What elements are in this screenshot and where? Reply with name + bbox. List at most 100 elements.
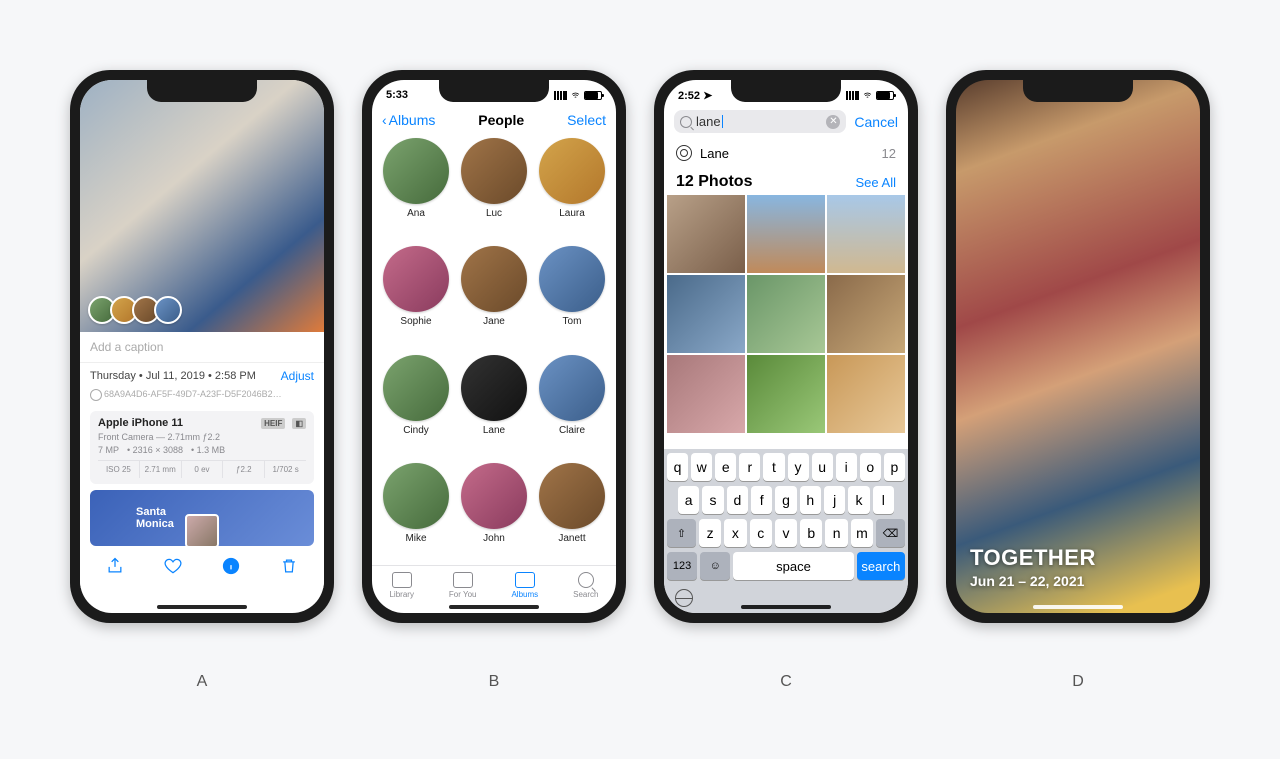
key[interactable]: y xyxy=(788,453,809,481)
key-space[interactable]: space xyxy=(733,552,854,580)
filesize: 1.3 MB xyxy=(197,445,226,455)
key[interactable]: b xyxy=(800,519,822,547)
nav-bar: ‹Albums People Select xyxy=(372,106,616,134)
key[interactable]: w xyxy=(691,453,712,481)
home-indicator[interactable] xyxy=(1033,605,1123,609)
cancel-button[interactable]: Cancel xyxy=(854,114,898,130)
photo-thumb[interactable] xyxy=(827,355,905,433)
see-all-button[interactable]: See All xyxy=(856,175,896,190)
figure-label-d: D xyxy=(1072,673,1084,691)
memory-title: TOGETHER xyxy=(970,545,1096,571)
adjust-button[interactable]: Adjust xyxy=(281,369,314,383)
key[interactable]: s xyxy=(702,486,723,514)
phone-b: 5:33 ‹Albums People Select Ana Luc Laura… xyxy=(362,70,626,623)
detected-faces-strip[interactable] xyxy=(88,296,176,324)
key[interactable]: q xyxy=(667,453,688,481)
person-item[interactable]: John xyxy=(458,463,530,565)
globe-icon[interactable] xyxy=(675,589,693,607)
key-shift[interactable]: ⇧ xyxy=(667,519,696,547)
key[interactable]: v xyxy=(775,519,797,547)
photo-thumb[interactable] xyxy=(667,355,745,433)
home-indicator[interactable] xyxy=(157,605,247,609)
key[interactable]: g xyxy=(775,486,796,514)
photo-thumb[interactable] xyxy=(827,195,905,273)
key[interactable]: c xyxy=(750,519,772,547)
person-item[interactable]: Luc xyxy=(458,138,530,240)
ev-value: 0 ev xyxy=(182,461,224,478)
person-item[interactable]: Jane xyxy=(458,246,530,348)
people-grid: Ana Luc Laura Sophie Jane Tom Cindy Lane… xyxy=(372,134,616,565)
device-name: Apple iPhone 11 xyxy=(98,417,183,429)
key[interactable]: m xyxy=(851,519,873,547)
photo-thumb[interactable] xyxy=(747,355,825,433)
person-item[interactable]: Mike xyxy=(380,463,452,565)
key-search[interactable]: search xyxy=(857,552,905,580)
location-map[interactable]: Santa Monica xyxy=(90,490,314,546)
key[interactable]: l xyxy=(873,486,894,514)
trash-icon[interactable] xyxy=(279,556,299,576)
favorite-icon[interactable] xyxy=(163,556,183,576)
home-indicator[interactable] xyxy=(449,605,539,609)
key[interactable]: j xyxy=(824,486,845,514)
tab-search[interactable]: Search xyxy=(573,572,598,599)
key-emoji[interactable]: ☺ xyxy=(700,552,730,580)
key[interactable]: p xyxy=(884,453,905,481)
key[interactable]: k xyxy=(848,486,869,514)
photo-thumb[interactable] xyxy=(667,195,745,273)
key[interactable]: a xyxy=(678,486,699,514)
search-input[interactable]: lane ✕ xyxy=(674,110,846,133)
tab-albums[interactable]: Albums xyxy=(511,572,538,599)
tab-for-you[interactable]: For You xyxy=(449,572,477,599)
key[interactable]: z xyxy=(699,519,721,547)
wifi-icon xyxy=(862,91,873,100)
key[interactable]: d xyxy=(727,486,748,514)
memory-photo[interactable] xyxy=(956,80,1200,613)
photo-hero[interactable] xyxy=(80,80,324,332)
key[interactable]: u xyxy=(812,453,833,481)
face-avatar[interactable] xyxy=(154,296,182,324)
figure-label-a: A xyxy=(197,673,208,691)
key[interactable]: i xyxy=(836,453,857,481)
person-item[interactable]: Sophie xyxy=(380,246,452,348)
key[interactable]: f xyxy=(751,486,772,514)
key[interactable]: r xyxy=(739,453,760,481)
chevron-left-icon: ‹ xyxy=(382,112,387,128)
share-icon[interactable] xyxy=(105,556,125,576)
person-item[interactable]: Janett xyxy=(536,463,608,565)
key-backspace[interactable]: ⌫ xyxy=(876,519,905,547)
key[interactable]: n xyxy=(825,519,847,547)
person-item[interactable]: Lane xyxy=(458,355,530,457)
info-icon[interactable] xyxy=(221,556,241,576)
iso-value: ISO 25 xyxy=(98,461,140,478)
person-item[interactable]: Claire xyxy=(536,355,608,457)
caption-input[interactable]: Add a caption xyxy=(80,332,324,363)
photo-thumb[interactable] xyxy=(827,275,905,353)
person-item[interactable]: Laura xyxy=(536,138,608,240)
person-item[interactable]: Ana xyxy=(380,138,452,240)
select-button[interactable]: Select xyxy=(567,112,606,128)
person-item[interactable]: Tom xyxy=(536,246,608,348)
key[interactable]: x xyxy=(724,519,746,547)
key[interactable]: e xyxy=(715,453,736,481)
home-indicator[interactable] xyxy=(741,605,831,609)
key[interactable]: h xyxy=(800,486,821,514)
back-button[interactable]: ‹Albums xyxy=(382,112,435,128)
search-suggestion-row[interactable]: Lane 12 xyxy=(664,139,908,167)
key-123[interactable]: 123 xyxy=(667,552,697,580)
key[interactable]: o xyxy=(860,453,881,481)
person-icon xyxy=(676,145,692,161)
signal-icon xyxy=(846,91,859,100)
photo-thumb[interactable] xyxy=(747,275,825,353)
suggestion-name: Lane xyxy=(700,146,729,161)
photo-thumb[interactable] xyxy=(667,275,745,353)
tab-library[interactable]: Library xyxy=(389,572,413,599)
photo-thumb[interactable] xyxy=(747,195,825,273)
key[interactable]: t xyxy=(763,453,784,481)
map-photo-thumb xyxy=(185,514,219,548)
keyboard: qwertyuiop asdfghjkl ⇧ zxcvbnm ⌫ 123 ☺ s… xyxy=(664,449,908,613)
person-item[interactable]: Cindy xyxy=(380,355,452,457)
albums-icon xyxy=(515,572,535,588)
clear-icon[interactable]: ✕ xyxy=(826,115,840,129)
status-time: 5:33 xyxy=(386,89,408,101)
map-location-title: Santa Monica xyxy=(136,506,174,530)
